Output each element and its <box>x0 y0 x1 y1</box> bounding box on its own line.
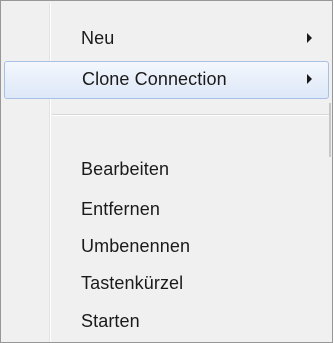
menu-item-label: Neu <box>81 28 115 48</box>
menu-item-neu[interactable]: Neu <box>4 20 329 58</box>
menu-item-entfernen[interactable]: Entfernen <box>4 191 329 229</box>
menu-item-label: Bearbeiten <box>81 159 170 179</box>
menu-item-label: Tastenkürzel <box>81 273 184 293</box>
menu-item-label: Entfernen <box>81 199 160 219</box>
context-menu: Neu Clone Connection Bearbeiten Entferne… <box>0 0 333 343</box>
submenu-arrow-icon <box>307 33 312 43</box>
menu-item-umbenennen[interactable]: Umbenennen <box>4 228 329 266</box>
menu-item-label: Clone Connection <box>82 69 227 89</box>
menu-item-label: Starten <box>81 311 140 331</box>
submenu-arrow-icon <box>307 74 312 84</box>
menu-item-bearbeiten[interactable]: Bearbeiten <box>4 151 329 189</box>
menu-item-tastenkuerzel[interactable]: Tastenkürzel <box>4 265 329 303</box>
menu-separator-highlight <box>52 115 330 116</box>
menu-item-starten[interactable]: Starten <box>4 303 329 341</box>
menu-edge-shadow <box>329 103 331 157</box>
menu-item-label: Umbenennen <box>81 236 191 256</box>
menu-item-clone-connection[interactable]: Clone Connection <box>4 61 329 99</box>
